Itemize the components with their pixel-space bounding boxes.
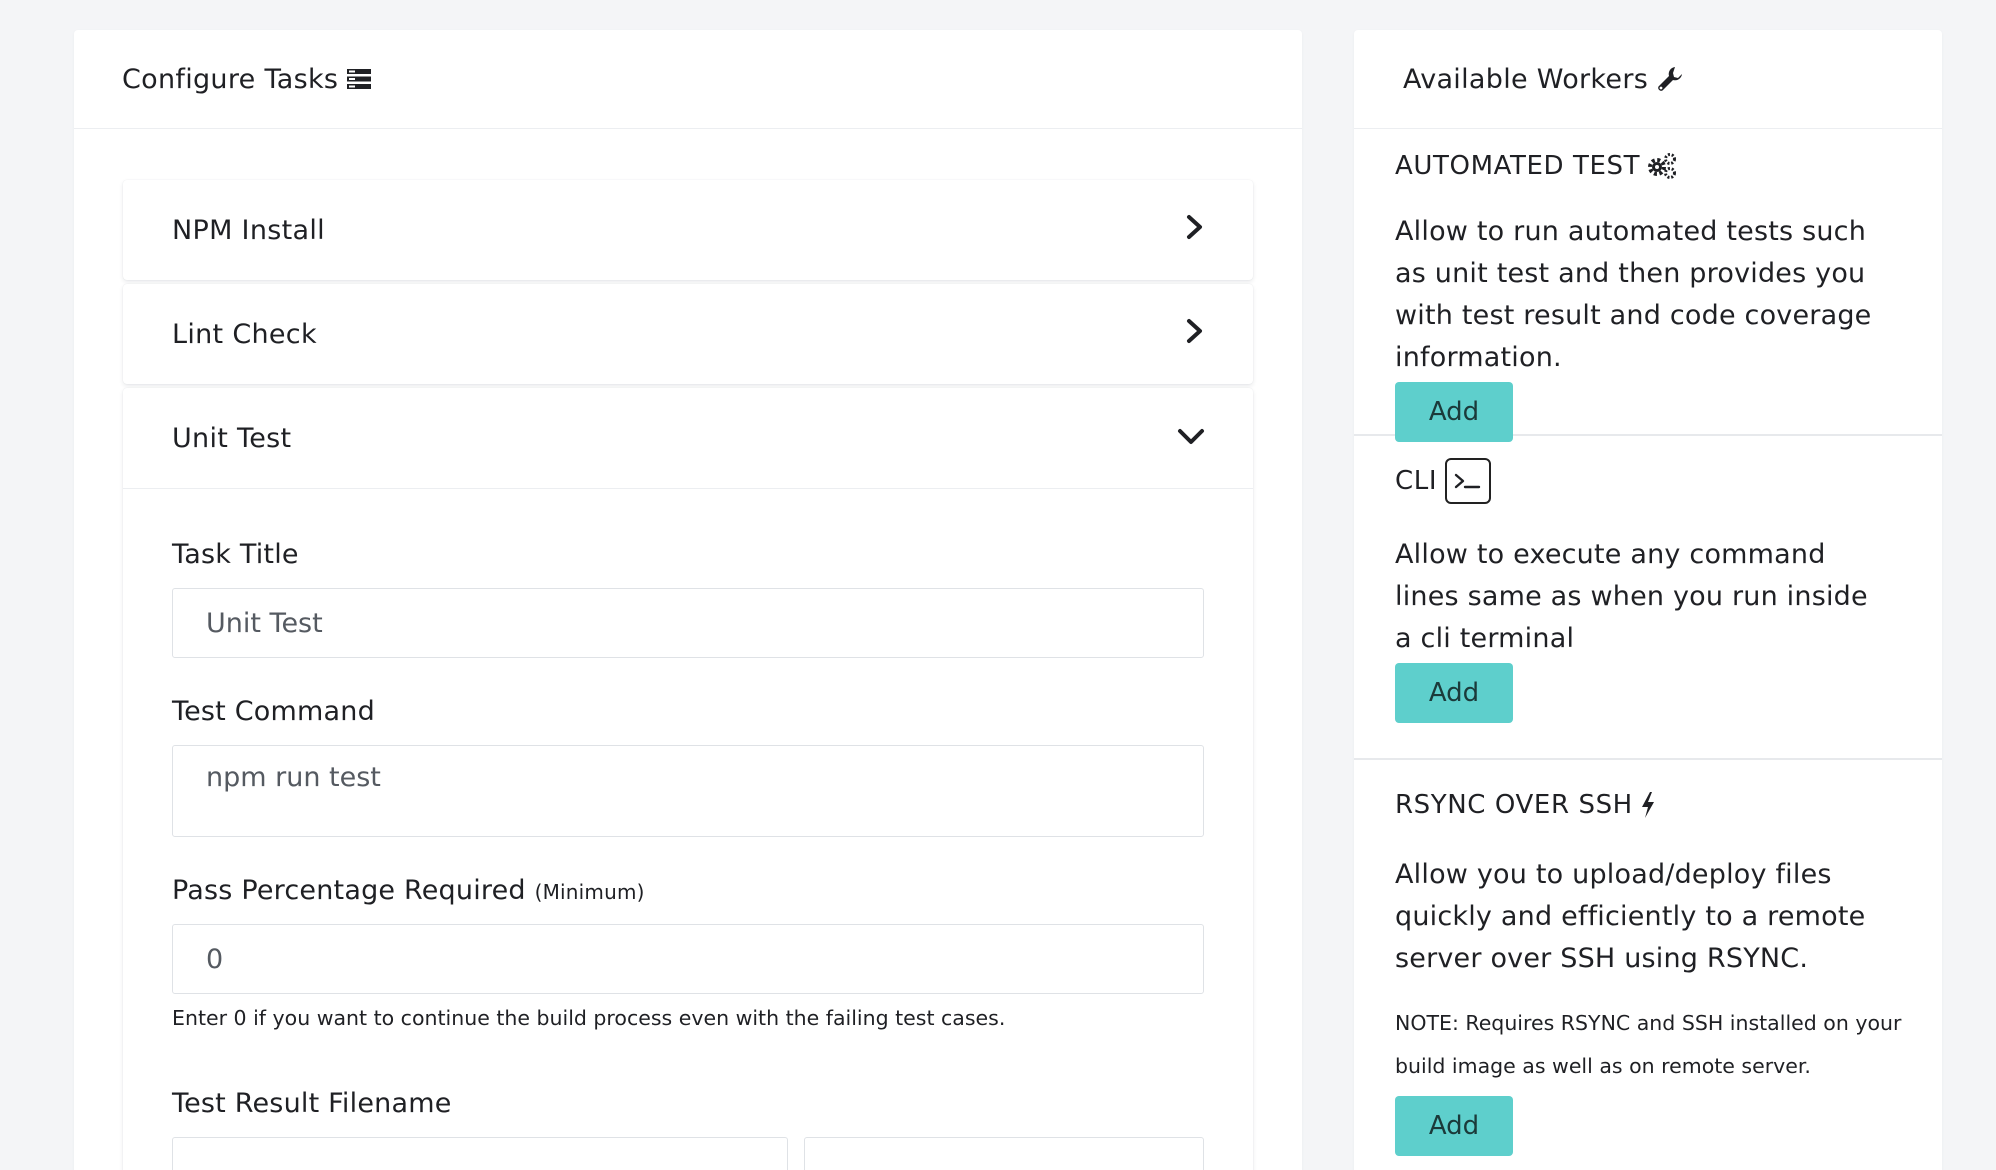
pass-percentage-value: 0 [206, 943, 224, 975]
add-cli-button[interactable]: Add [1395, 663, 1513, 723]
worker-description: Allow to execute any command lines same … [1395, 539, 1868, 654]
worker-title: RSYNC OVER SSH [1395, 790, 1902, 820]
pass-percentage-sublabel: (Minimum) [534, 880, 645, 904]
available-workers-header: Available Workers [1354, 30, 1942, 129]
pass-percentage-label-text: Pass Percentage Required [172, 875, 526, 906]
available-workers-title: Available Workers [1403, 63, 1649, 95]
test-command-value: npm run test [206, 762, 381, 793]
page: Configure Tasks NPM Install Lint Check U… [0, 0, 1996, 1170]
task-npm-install: NPM Install [123, 180, 1253, 280]
configure-tasks-header: Configure Tasks [74, 30, 1302, 129]
server-stack-icon [346, 68, 372, 90]
task-label: NPM Install [172, 214, 325, 246]
bolt-icon [1640, 791, 1656, 819]
terminal-icon [1445, 458, 1492, 504]
task-unit-test: Unit Test Task Title Unit Test Test Comm… [123, 388, 1253, 1170]
task-title-label: Task Title [172, 539, 299, 570]
task-title-input[interactable]: Unit Test [172, 588, 1204, 658]
task-label: Unit Test [172, 422, 292, 454]
task-unit-test-header[interactable]: Unit Test [123, 388, 1253, 488]
chevron-right-icon[interactable] [1185, 214, 1205, 247]
worker-title-text: RSYNC OVER SSH [1395, 790, 1633, 820]
task-lint-check-header[interactable]: Lint Check [123, 284, 1253, 384]
add-rsync-over-ssh-button[interactable]: Add [1395, 1096, 1513, 1156]
worker-cli: CLI Allow to execute any command lines s… [1354, 436, 1942, 760]
unit-test-form: Task Title Unit Test Test Command npm ru… [123, 488, 1253, 1170]
worker-title: AUTOMATED TEST [1395, 151, 1902, 181]
test-result-filename-label: Test Result Filename [172, 1088, 452, 1119]
task-label: Lint Check [172, 318, 317, 350]
chevron-right-icon[interactable] [1185, 318, 1205, 351]
task-title-value: Unit Test [206, 607, 323, 639]
test-result-filename-extra-input[interactable] [804, 1137, 1204, 1170]
add-automated-test-button[interactable]: Add [1395, 382, 1513, 442]
test-command-label: Test Command [172, 696, 375, 727]
test-result-filename-input[interactable] [172, 1137, 788, 1170]
worker-title-text: AUTOMATED TEST [1395, 151, 1641, 181]
worker-description: Allow to run automated tests such as uni… [1395, 216, 1872, 373]
worker-description: Allow you to upload/deploy files quickly… [1395, 859, 1866, 974]
pass-percentage-label: Pass Percentage Required (Minimum) [172, 875, 1205, 906]
task-lint-check: Lint Check [123, 284, 1253, 384]
configure-tasks-card: Configure Tasks NPM Install Lint Check U… [74, 30, 1302, 1170]
chevron-down-icon[interactable] [1177, 423, 1205, 454]
worker-rsync-over-ssh: RSYNC OVER SSH Allow you to upload/deplo… [1354, 760, 1942, 1156]
worker-title-text: CLI [1395, 466, 1438, 496]
available-workers-card: Available Workers AUTOMATED TEST Allow t… [1354, 30, 1942, 1170]
pass-percentage-input[interactable]: 0 [172, 924, 1204, 994]
test-command-textarea[interactable]: npm run test [172, 745, 1204, 837]
test-result-filename-inputs [172, 1137, 1204, 1170]
wrench-icon [1656, 65, 1684, 93]
gears-icon [1647, 152, 1677, 180]
worker-title: CLI [1395, 458, 1902, 504]
pass-percentage-help: Enter 0 if you want to continue the buil… [172, 1006, 1006, 1030]
task-npm-install-header[interactable]: NPM Install [123, 180, 1253, 280]
worker-note: NOTE: Requires RSYNC and SSH installed o… [1395, 1011, 1902, 1078]
configure-tasks-title: Configure Tasks [122, 63, 339, 95]
worker-automated-test: AUTOMATED TEST Allow to run automated te… [1354, 129, 1942, 442]
